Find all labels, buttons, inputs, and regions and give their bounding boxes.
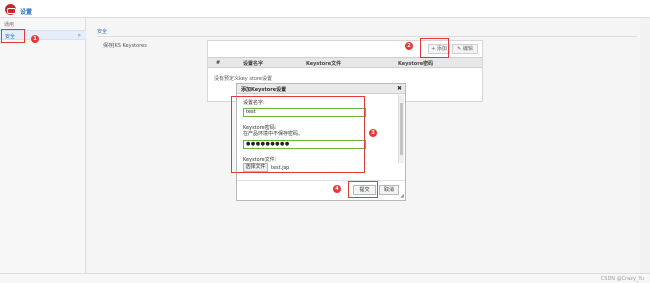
empty-table-message: 没有预定义key store设置 — [214, 76, 272, 82]
edit-keystore-button[interactable]: ✎ 编辑 — [452, 44, 478, 54]
sidebar: 通用 安全 » — [0, 18, 86, 273]
scrollbar-thumb[interactable] — [400, 103, 403, 155]
status-bar: CSDN @Crazy_Yu — [0, 273, 650, 283]
sidebar-section-general[interactable]: 通用 — [4, 21, 14, 28]
column-header-name: 设置名字 — [243, 61, 264, 67]
highlight-box-1 — [1, 29, 25, 43]
watermark: CSDN @Crazy_Yu — [600, 276, 644, 282]
highlight-box-4 — [348, 181, 378, 198]
highlight-box-2 — [420, 38, 449, 58]
chevron-right-icon: » — [77, 32, 81, 39]
dialog-title: 添加Keystore设置 — [241, 87, 287, 93]
keystore-table-header: # 设置名字 Keystore文件 Keystore密码 — [208, 57, 482, 68]
dialog-header[interactable]: 添加Keystore设置 ✖ — [237, 84, 405, 94]
resize-handle-icon[interactable]: ◢ — [400, 193, 404, 199]
column-header-index: # — [216, 60, 221, 66]
app-title: 设置 — [20, 9, 33, 16]
dialog-scrollbar[interactable] — [398, 95, 404, 163]
keystore-section-label: 保存JKS Keystores — [103, 43, 147, 49]
annotation-badge-1: 1 — [31, 35, 39, 43]
page-title: 安全 — [97, 29, 108, 35]
column-header-password: Keystore密码 — [398, 61, 434, 67]
annotation-badge-4: 4 — [333, 185, 341, 193]
top-bar: 设置 — [0, 0, 650, 18]
app-logo-icon — [5, 4, 16, 15]
highlight-box-3 — [231, 96, 365, 173]
dialog-footer-divider — [237, 180, 405, 181]
page-divider — [97, 36, 637, 37]
column-header-file: Keystore文件 — [306, 61, 342, 67]
cancel-button[interactable]: 取消 — [379, 185, 399, 195]
close-icon[interactable]: ✖ — [397, 85, 402, 92]
annotation-badge-2: 2 — [405, 42, 413, 50]
annotation-badge-3: 3 — [369, 129, 377, 137]
